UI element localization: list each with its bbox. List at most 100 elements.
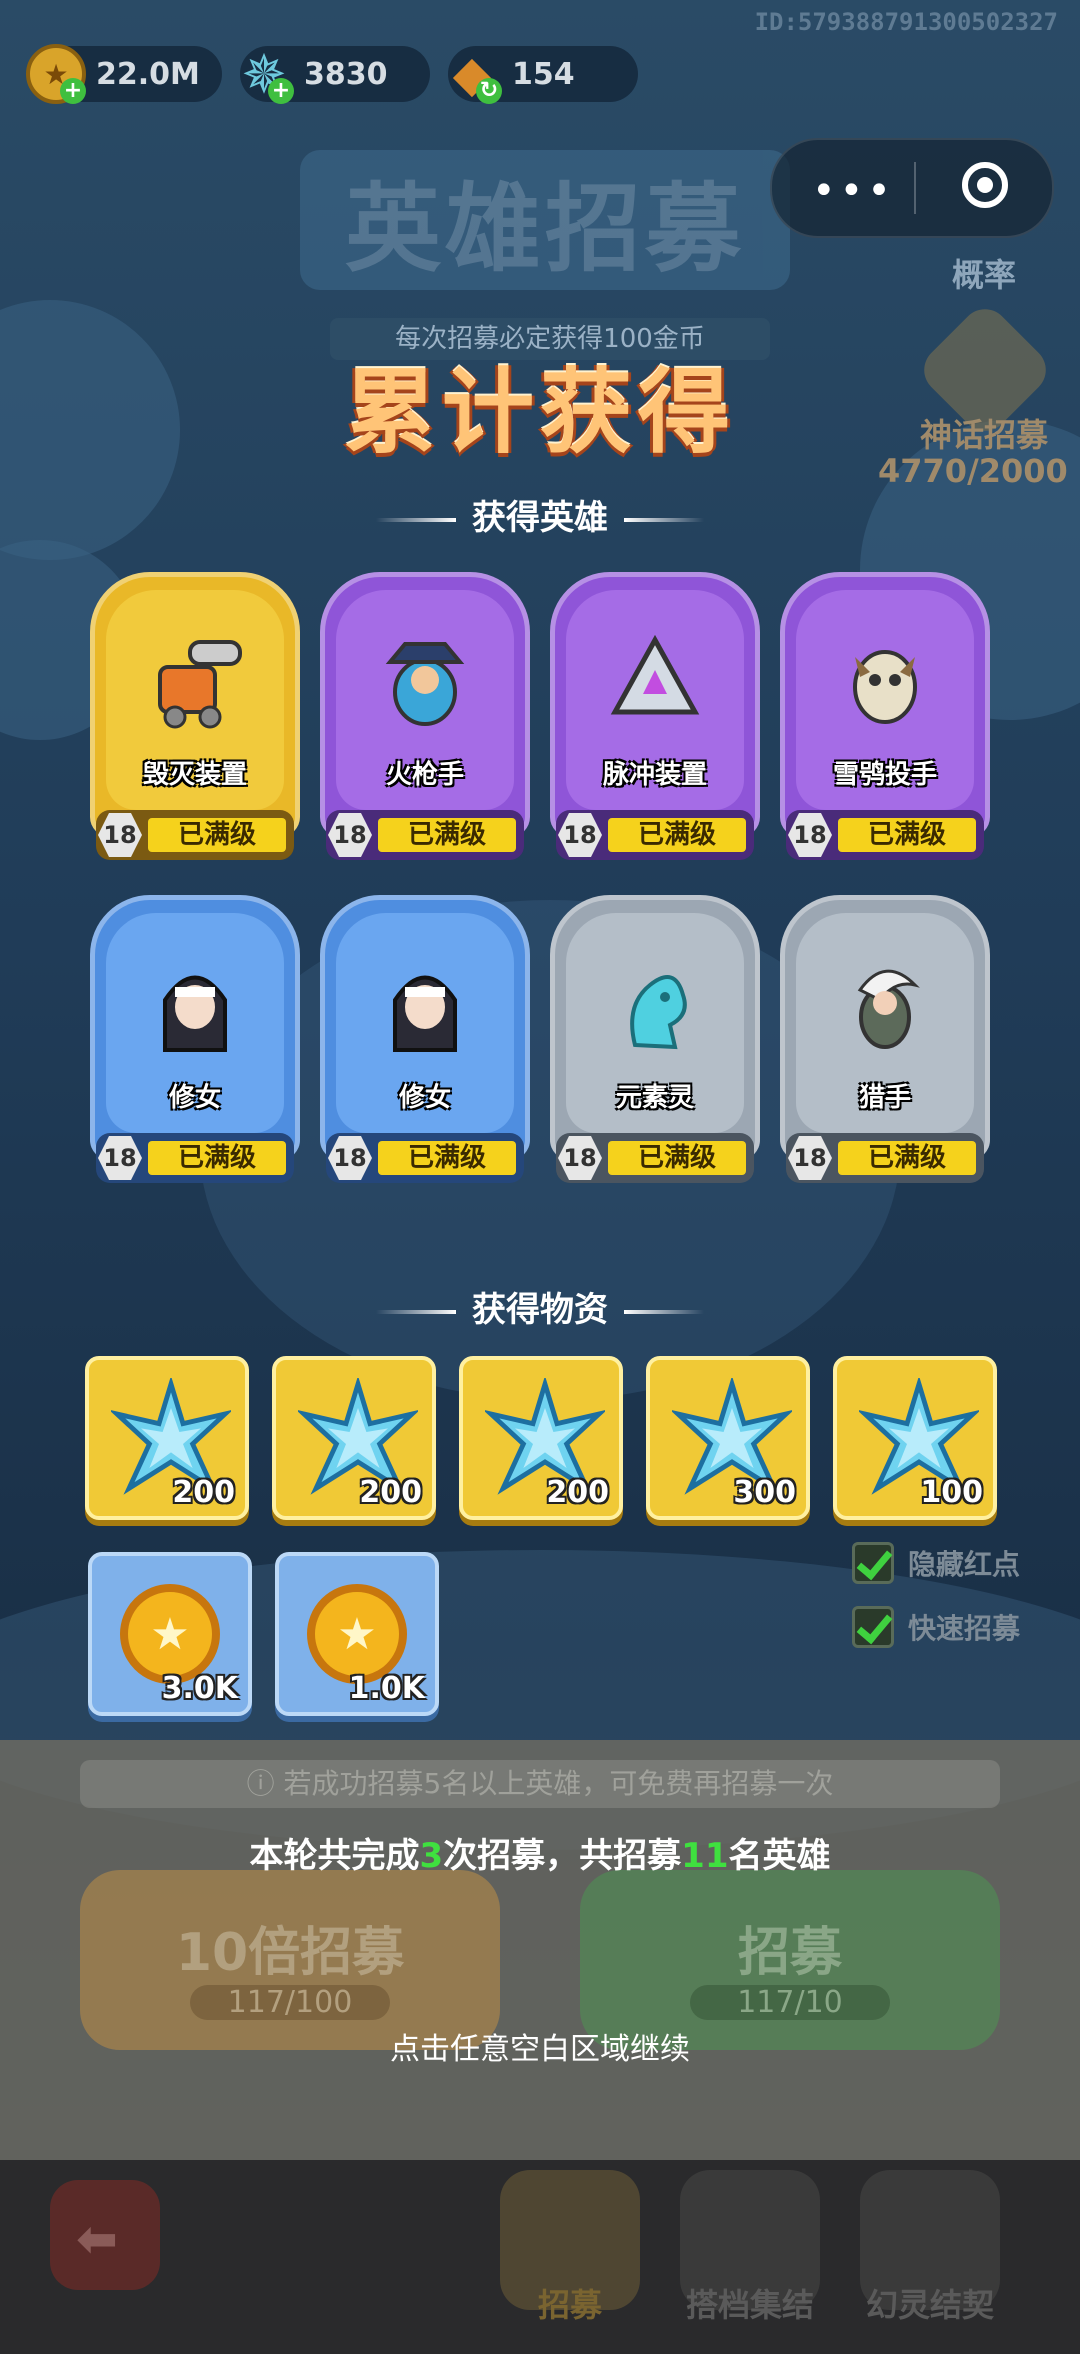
- level-badge: 18: [98, 1136, 142, 1180]
- more-dots-icon[interactable]: •••: [812, 168, 895, 214]
- reward-item[interactable]: ★ 1.0K: [275, 1552, 439, 1716]
- level-bar: 18 已满级: [556, 810, 754, 860]
- ore-currency[interactable]: ◆ ↻ 154: [448, 45, 638, 104]
- reward-item[interactable]: 200: [85, 1356, 249, 1520]
- hero-card[interactable]: 雪鸮投手 18 已满级: [780, 572, 990, 872]
- gold-value: 22.0M: [96, 56, 200, 92]
- hero-card[interactable]: 元素灵 18 已满级: [550, 895, 760, 1195]
- max-level-label: 已满级: [838, 818, 976, 852]
- user-id: ID:579388791300502327: [754, 8, 1058, 36]
- level-bar: 18 已满级: [326, 1133, 524, 1183]
- hero-card[interactable]: 修女 18 已满级: [320, 895, 530, 1195]
- level-bar: 18 已满级: [786, 1133, 984, 1183]
- back-arrow-icon[interactable]: ⬅: [50, 2180, 160, 2290]
- hide-red-dot-toggle[interactable]: 隐藏红点: [852, 1540, 1020, 1586]
- hunter-icon: [857, 969, 920, 1049]
- probability-label[interactable]: 概率: [952, 250, 1016, 296]
- hero-name: 猎手: [858, 1083, 911, 1113]
- max-level-label: 已满级: [148, 818, 286, 852]
- level-badge: 18: [328, 813, 372, 857]
- free-recruit-tip: ⓘ 若成功招募5名以上英雄，可免费再招募一次: [80, 1760, 1000, 1808]
- hero-name: 雪鸮投手: [832, 760, 937, 790]
- nav-partner-label: 搭档集结: [685, 2286, 814, 2324]
- hero-name: 脉冲装置: [602, 760, 707, 790]
- gold-currency[interactable]: ★ + 22.0M: [26, 44, 222, 104]
- hero-card[interactable]: 修女 18 已满级: [90, 895, 300, 1195]
- fast-recruit-toggle[interactable]: 快速招募: [852, 1604, 1020, 1650]
- crystal-value: 3830: [304, 56, 388, 92]
- max-level-label: 已满级: [608, 1141, 746, 1175]
- item-quantity: 200: [172, 1475, 235, 1510]
- reward-item[interactable]: ★ 3.0K: [88, 1552, 252, 1716]
- gold-coin-icon: ★: [120, 1584, 220, 1684]
- max-level-label: 已满级: [378, 1141, 516, 1175]
- item-quantity: 100: [920, 1475, 983, 1510]
- nav-spirit-label: 幻灵结契: [865, 2286, 994, 2324]
- nun-icon: [393, 975, 457, 1052]
- level-badge: 18: [788, 813, 832, 857]
- max-level-label: 已满级: [608, 818, 746, 852]
- hero-card[interactable]: 火枪手 18 已满级: [320, 572, 530, 872]
- recruit-cost: 117/10: [690, 1985, 890, 2020]
- mini-program-capsule: •••: [770, 138, 1054, 238]
- gold-coin-icon: ★: [307, 1584, 407, 1684]
- item-quantity: 300: [733, 1475, 796, 1510]
- hero-card[interactable]: 脉冲装置 18 已满级: [550, 572, 760, 872]
- ore-value: 154: [512, 56, 575, 92]
- exchange-ore-icon[interactable]: ↻: [476, 78, 502, 104]
- recruit-summary: 本轮共完成3次招募，共招募11名英雄: [249, 1836, 831, 1876]
- items-section-title: 获得物资: [0, 1282, 1080, 1331]
- add-gold-icon[interactable]: +: [60, 78, 86, 104]
- ten-recruit-cost: 117/100: [190, 1985, 390, 2020]
- background-title: 英雄招募: [300, 150, 790, 290]
- level-badge: 18: [558, 1136, 602, 1180]
- hero-name: 修女: [398, 1083, 451, 1113]
- recruit-button[interactable]: 招募 117/10: [580, 1870, 1000, 2050]
- item-quantity: 3.0K: [161, 1671, 238, 1706]
- level-bar: 18 已满级: [96, 1133, 294, 1183]
- ten-recruit-button[interactable]: 10倍招募 117/100: [80, 1870, 500, 2050]
- hero-card[interactable]: 猎手 18 已满级: [780, 895, 990, 1195]
- add-crystal-icon[interactable]: +: [268, 78, 294, 104]
- level-bar: 18 已满级: [96, 810, 294, 860]
- heroes-section-title: 获得英雄: [0, 490, 1080, 539]
- nav-partner[interactable]: 搭档集结: [680, 2170, 820, 2324]
- reward-item[interactable]: 200: [272, 1356, 436, 1520]
- nav-recruit[interactable]: 招募: [500, 2170, 640, 2324]
- hero-name: 修女: [168, 1083, 221, 1113]
- crystal-currency[interactable]: ✵ + 3830: [240, 43, 430, 106]
- close-target-icon[interactable]: [962, 162, 1008, 208]
- reward-item[interactable]: 300: [646, 1356, 810, 1520]
- level-badge: 18: [558, 813, 602, 857]
- hero-card[interactable]: 毁灭装置 18 已满级: [90, 572, 300, 872]
- musketeer-icon: [385, 642, 465, 726]
- max-level-label: 已满级: [148, 1141, 286, 1175]
- checkbox-checked-icon[interactable]: [852, 1606, 894, 1648]
- continue-hint[interactable]: 点击任意空白区域继续: [0, 2024, 1080, 2068]
- recruit-label: 招募: [737, 1923, 842, 1983]
- ten-recruit-label: 10倍招募: [175, 1923, 405, 1983]
- elemental-icon: [630, 975, 687, 1050]
- snow-owl-icon: [853, 650, 917, 724]
- level-badge: 18: [328, 1136, 372, 1180]
- recruit-panel: ⓘ 若成功招募5名以上英雄，可免费再招募一次 10倍招募 117/100 招募 …: [0, 1740, 1080, 2160]
- reward-item[interactable]: 100: [833, 1356, 997, 1520]
- pulse-device-icon: [610, 634, 700, 715]
- max-level-label: 已满级: [378, 818, 516, 852]
- level-badge: 18: [788, 1136, 832, 1180]
- nav-recruit-label: 招募: [537, 2286, 602, 2324]
- hero-name: 元素灵: [615, 1083, 694, 1113]
- item-quantity: 200: [546, 1475, 609, 1510]
- level-bar: 18 已满级: [556, 1133, 754, 1183]
- nav-spirit[interactable]: 幻灵结契: [860, 2170, 1000, 2324]
- reward-item[interactable]: 200: [459, 1356, 623, 1520]
- fast-recruit-label: 快速招募: [908, 1612, 1021, 1645]
- item-quantity: 200: [359, 1475, 422, 1510]
- max-level-label: 已满级: [838, 1141, 976, 1175]
- overlay-title: 累计获得: [343, 359, 736, 466]
- bottom-nav: ⬅ 招募 搭档集结 幻灵结契: [0, 2160, 1080, 2354]
- hero-name: 毁灭装置: [142, 760, 247, 790]
- hero-name: 火枪手: [385, 760, 464, 790]
- checkbox-checked-icon[interactable]: [852, 1542, 894, 1584]
- level-badge: 18: [98, 813, 142, 857]
